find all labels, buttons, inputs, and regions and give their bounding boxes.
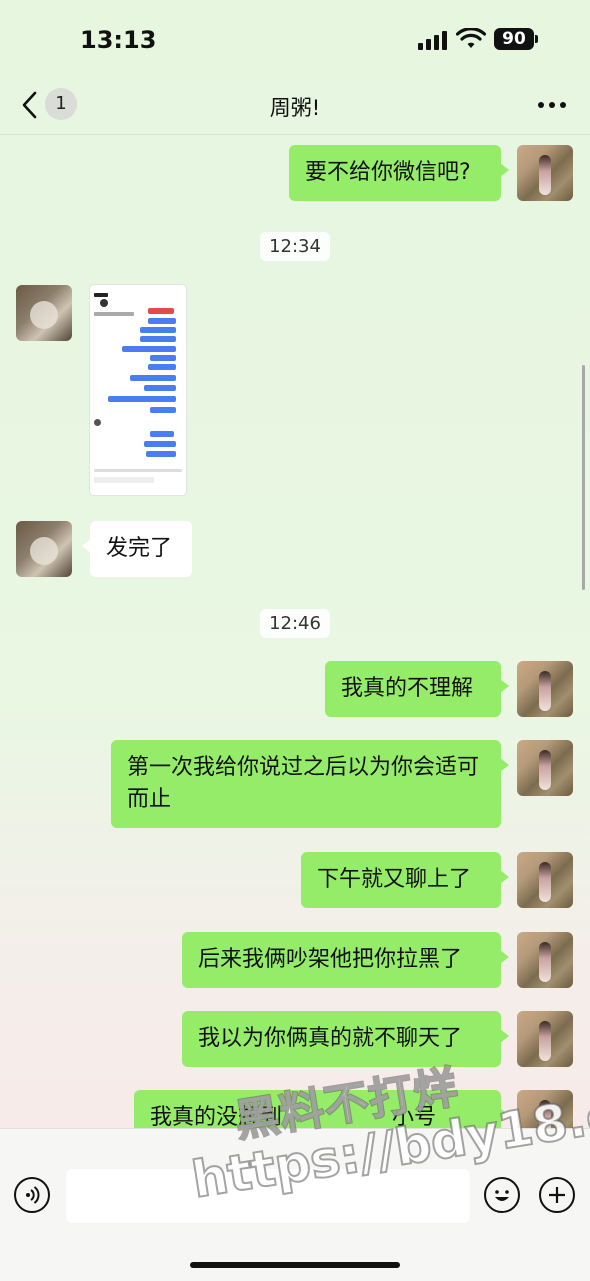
status-time: 13:13 [80,26,157,54]
signal-icon [418,30,448,50]
avatar-me[interactable] [517,932,573,988]
message-text: 要不给你微信吧? [305,160,471,185]
wifi-icon [456,28,486,48]
avatar-other[interactable] [16,521,72,577]
timestamp: 12:34 [0,232,590,261]
message-bubble-me[interactable]: 我真的不理解 [325,661,509,717]
message-bubble-me[interactable]: 后来我俩吵架他把你拉黑了 [182,932,509,988]
message-text: 后来我俩吵架他把你拉黑了 [198,947,463,972]
battery-icon: 90 [494,28,534,50]
more-dots-icon[interactable] [538,102,566,108]
timestamp-text: 12:34 [260,232,330,261]
status-bar: 13:13 90 [0,0,590,80]
timestamp: 12:46 [0,609,590,638]
avatar-me[interactable] [517,1011,573,1067]
message-bubble-me[interactable]: 第一次我给你说过之后以为你会适可而止 [111,740,509,828]
message-text: 我真的不理解 [341,676,474,701]
message-bubble-me[interactable]: 要不给你微信吧? [289,145,509,201]
avatar-me[interactable] [517,740,573,796]
message-text: 下午就又聊上了 [317,867,472,892]
message-text: 第一次我给你说过之后以为你会适可而止 [127,755,480,812]
message-list[interactable]: 要不给你微信吧? 12:34 发完了 12:46 我真的不理解 第一次我给你说过… [0,135,590,1128]
shared-screenshot-image[interactable] [90,285,186,495]
timestamp-text: 12:46 [260,609,330,638]
plus-icon[interactable] [539,1177,575,1213]
home-indicator[interactable] [190,1262,400,1268]
chat-header: 1 周粥! [0,80,590,135]
avatar-me[interactable] [517,852,573,908]
message-text: 发完了 [106,536,173,561]
message-bubble-other[interactable]: 发完了 [82,521,192,577]
message-text: 我以为你俩真的就不聊天了 [198,1026,463,1051]
avatar-me[interactable] [517,661,573,717]
avatar-me[interactable] [517,145,573,201]
battery-level: 90 [502,29,526,49]
message-bubble-me[interactable]: 下午就又聊上了 [301,852,509,908]
scrollbar[interactable] [582,365,585,590]
avatar-other[interactable] [16,285,72,341]
battery-nub [535,35,538,43]
chat-title: 周粥! [269,96,321,120]
voice-icon[interactable] [14,1177,50,1213]
emoji-icon[interactable] [484,1177,520,1213]
